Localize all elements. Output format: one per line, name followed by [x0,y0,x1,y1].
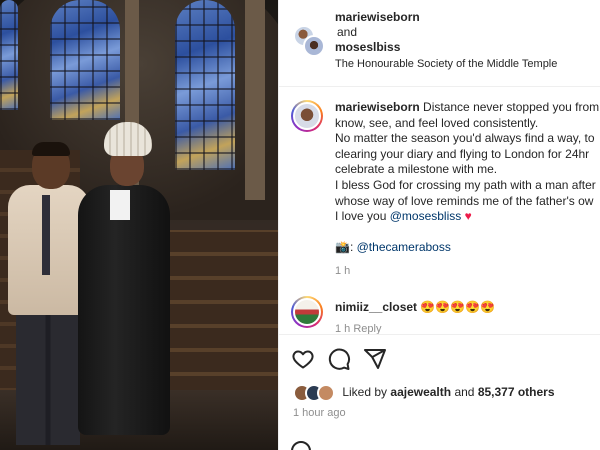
post-header: mariewiseborn and moseslbiss The Honoura… [279,0,600,87]
caption-text: mariewiseborn Distance never stopped you… [335,100,600,255]
mention-link[interactable]: @mosesbliss [390,209,462,223]
barrister-wig [104,122,152,156]
man-hair [32,142,70,156]
emoji-icon[interactable] [291,441,311,450]
mention-link[interactable]: @thecameraboss [357,240,451,254]
author-username[interactable]: mariewiseborn [335,10,420,25]
caption-line: know, see, and feel loved consistently. [335,115,539,130]
action-bar: Liked by aajewealth and 85,377 others 1 … [279,334,600,450]
likes-count[interactable]: 85,377 others [478,385,555,399]
post-details-panel: mariewiseborn and moseslbiss The Honoura… [278,0,600,450]
post-photo[interactable] [0,0,278,450]
heart-icon[interactable] [291,347,315,371]
caption-line: I bless God for crossing my path with a … [335,177,596,192]
author-username[interactable]: moseslbiss [335,40,420,55]
location-link[interactable]: The Honourable Society of the Middle Tem… [335,58,557,70]
caption-line: No matter the season you'd always find a… [335,131,595,146]
stone-pillar [245,0,265,200]
comment-body: 😍😍😍😍😍 [420,300,496,314]
liked-and: and [454,385,475,400]
comment-username[interactable]: nimiiz__closet [335,300,417,314]
comment-text: nimiiz__closet 😍😍😍😍😍 [335,300,495,314]
heart-emoji: ♥ [464,209,472,224]
collab-avatars[interactable] [293,25,325,57]
add-comment-row [291,439,591,450]
stained-glass-window-right [175,0,235,170]
caption-love-text: I love you [335,209,387,224]
camera-emoji: 📸 [335,239,350,254]
caption-line: whose way of love reminds me of the fath… [335,193,594,208]
barrister-bands [110,190,130,220]
share-icon[interactable] [363,347,387,371]
comment: nimiiz__closet 😍😍😍😍😍 1 h Reply [279,290,600,335]
stained-glass-window [50,0,120,120]
caption-line: celebrate a milestone with me. [335,162,498,177]
liker-avatars [293,384,339,402]
caption: mariewiseborn Distance never stopped you… [279,88,600,288]
comment-icon[interactable] [327,347,351,371]
stained-glass-window-left [0,0,18,110]
avatar[interactable] [291,100,323,132]
liked-by-label: Liked by [342,385,388,400]
caption-line: Distance never stopped you from [423,100,600,114]
likes-summary[interactable]: Liked by aajewealth and 85,377 others [293,384,555,402]
and-text: and [337,25,358,39]
avatar[interactable] [291,296,323,328]
post-timestamp[interactable]: 1 hour ago [293,407,346,419]
liked-by-user[interactable]: aajewealth [390,385,451,399]
man-trousers [16,305,80,445]
man-tie [42,195,50,275]
collab-names: mariewiseborn and moseslbiss [335,10,420,55]
caption-username[interactable]: mariewiseborn [335,100,420,114]
caption-line: clearing your diary and flying to London… [335,146,590,161]
barrister-gown [78,185,170,435]
avatar [303,35,325,57]
caption-timestamp: 1 h [335,265,351,277]
